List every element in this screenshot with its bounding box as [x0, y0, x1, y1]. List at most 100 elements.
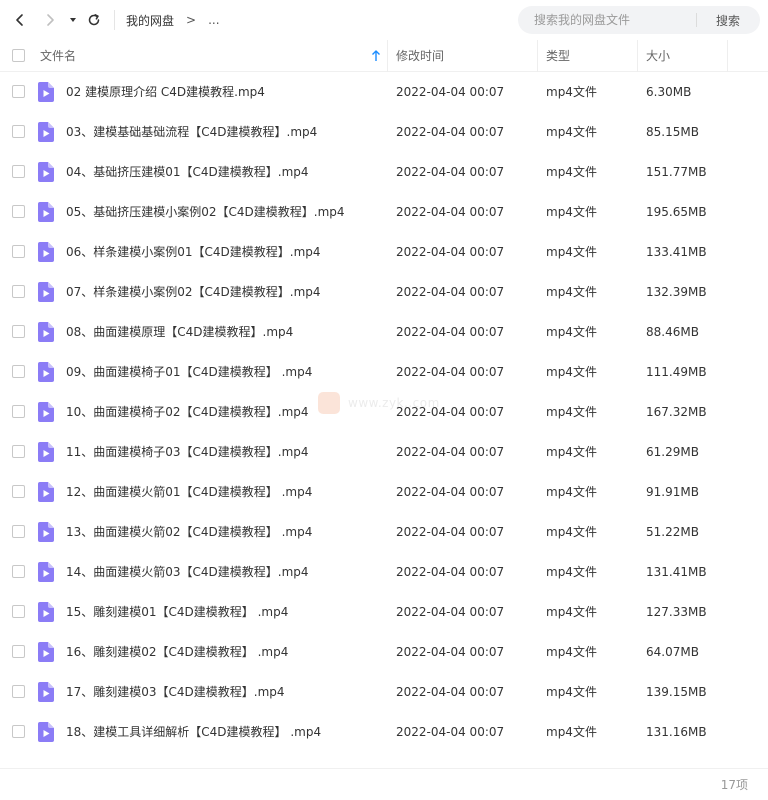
caret-down-icon	[70, 18, 76, 22]
row-checkbox[interactable]	[12, 645, 25, 658]
file-row[interactable]: 17、雕刻建模03【C4D建模教程】.mp4 2022-04-04 00:07 mp…	[0, 672, 768, 712]
file-row[interactable]: 15、雕刻建模01【C4D建模教程】 .mp4 2022-04-04 00:07 m…	[0, 592, 768, 632]
file-type: mp4文件	[546, 605, 597, 619]
file-row[interactable]: 08、曲面建模原理【C4D建模教程】.mp4 2022-04-04 00:07 mp…	[0, 312, 768, 352]
row-checkbox[interactable]	[12, 85, 25, 98]
file-type: mp4文件	[546, 525, 597, 539]
chevron-right-icon	[47, 14, 54, 26]
search-input[interactable]	[518, 6, 696, 34]
file-type: mp4文件	[546, 405, 597, 419]
video-file-icon	[38, 522, 54, 542]
column-separator[interactable]	[537, 40, 538, 72]
arrow-up-icon[interactable]	[371, 50, 381, 62]
file-type: mp4文件	[546, 205, 597, 219]
file-row[interactable]: 18、建模工具详细解析【C4D建模教程】 .mp4 2022-04-04 00:0…	[0, 712, 768, 752]
breadcrumb-more[interactable]: ...	[208, 13, 219, 27]
item-count: 17项	[720, 778, 748, 792]
file-name[interactable]: 14、曲面建模火箭03【C4D建模教程】.mp4	[66, 552, 309, 592]
search-button[interactable]: 搜索	[697, 12, 759, 29]
file-row[interactable]: 12、曲面建模火箭01【C4D建模教程】 .mp4 2022-04-04 00:0…	[0, 472, 768, 512]
breadcrumb-separator: >	[186, 13, 197, 27]
file-row[interactable]: 14、曲面建模火箭03【C4D建模教程】.mp4 2022-04-04 00:07…	[0, 552, 768, 592]
column-header-type[interactable]: 类型	[546, 40, 570, 72]
file-modified-time: 2022-04-04 00:07	[396, 725, 505, 739]
row-checkbox[interactable]	[12, 725, 25, 738]
row-checkbox[interactable]	[12, 685, 25, 698]
column-header-size[interactable]: 大小	[646, 40, 670, 72]
file-size: 133.41MB	[646, 245, 707, 259]
history-dropdown-button[interactable]	[64, 10, 82, 30]
file-name[interactable]: 02 建模原理介绍 C4D建模教程.mp4	[66, 72, 265, 112]
file-name[interactable]: 04、基础挤压建模01【C4D建模教程】.mp4	[66, 152, 309, 192]
file-name[interactable]: 11、曲面建模椅子03【C4D建模教程】.mp4	[66, 432, 309, 472]
column-header-row: 文件名 修改时间 类型 大小	[0, 40, 768, 72]
file-name[interactable]: 18、建模工具详细解析【C4D建模教程】 .mp4	[66, 712, 321, 752]
file-name[interactable]: 13、曲面建模火箭02【C4D建模教程】 .mp4	[66, 512, 312, 552]
video-file-icon	[38, 602, 54, 622]
video-file-icon	[38, 282, 54, 302]
row-checkbox[interactable]	[12, 285, 25, 298]
select-all-checkbox[interactable]	[12, 49, 25, 62]
breadcrumb-root[interactable]: 我的网盘	[126, 12, 174, 29]
row-checkbox[interactable]	[12, 445, 25, 458]
file-row[interactable]: 11、曲面建模椅子03【C4D建模教程】.mp4 2022-04-04 00:07…	[0, 432, 768, 472]
file-name[interactable]: 10、曲面建模椅子02【C4D建模教程】.mp4	[66, 392, 309, 432]
file-name[interactable]: 15、雕刻建模01【C4D建模教程】 .mp4	[66, 592, 288, 632]
file-type: mp4文件	[546, 85, 597, 99]
column-header-mtime[interactable]: 修改时间	[396, 40, 444, 72]
file-size: 91.91MB	[646, 485, 699, 499]
row-checkbox[interactable]	[12, 605, 25, 618]
column-separator[interactable]	[727, 40, 728, 72]
file-row[interactable]: 09、曲面建模椅子01【C4D建模教程】 .mp4 2022-04-04 00:0…	[0, 352, 768, 392]
file-row[interactable]: 06、样条建模小案例01【C4D建模教程】.mp4 2022-04-04 00:0…	[0, 232, 768, 272]
file-row[interactable]: 02 建模原理介绍 C4D建模教程.mp4 2022-04-04 00:07 mp4…	[0, 72, 768, 112]
row-checkbox[interactable]	[12, 405, 25, 418]
file-name[interactable]: 05、基础挤压建模小案例02【C4D建模教程】.mp4	[66, 192, 345, 232]
file-row[interactable]: 04、基础挤压建模01【C4D建模教程】.mp4 2022-04-04 00:07…	[0, 152, 768, 192]
refresh-button[interactable]	[84, 10, 104, 30]
row-checkbox[interactable]	[12, 245, 25, 258]
back-button[interactable]	[10, 10, 30, 30]
row-checkbox[interactable]	[12, 125, 25, 138]
file-name[interactable]: 03、建模基础基础流程【C4D建模教程】.mp4	[66, 112, 317, 152]
file-size: 132.39MB	[646, 285, 707, 299]
file-type: mp4文件	[546, 565, 597, 579]
file-row[interactable]: 05、基础挤压建模小案例02【C4D建模教程】.mp4 2022-04-04 00…	[0, 192, 768, 232]
file-name[interactable]: 16、雕刻建模02【C4D建模教程】 .mp4	[66, 632, 288, 672]
file-name[interactable]: 08、曲面建模原理【C4D建模教程】.mp4	[66, 312, 293, 352]
column-separator[interactable]	[637, 40, 638, 72]
forward-button[interactable]	[40, 10, 60, 30]
video-file-icon	[38, 682, 54, 702]
file-name[interactable]: 09、曲面建模椅子01【C4D建模教程】 .mp4	[66, 352, 312, 392]
file-name[interactable]: 06、样条建模小案例01【C4D建模教程】.mp4	[66, 232, 321, 272]
file-modified-time: 2022-04-04 00:07	[396, 205, 505, 219]
row-checkbox[interactable]	[12, 205, 25, 218]
file-name[interactable]: 12、曲面建模火箭01【C4D建模教程】 .mp4	[66, 472, 312, 512]
file-name[interactable]: 17、雕刻建模03【C4D建模教程】.mp4	[66, 672, 285, 712]
file-name[interactable]: 07、样条建模小案例02【C4D建模教程】.mp4	[66, 272, 321, 312]
row-checkbox[interactable]	[12, 365, 25, 378]
file-size: 64.07MB	[646, 645, 699, 659]
file-modified-time: 2022-04-04 00:07	[396, 85, 505, 99]
search-box: 搜索	[518, 6, 760, 34]
video-file-icon	[38, 722, 54, 742]
file-modified-time: 2022-04-04 00:07	[396, 525, 505, 539]
file-row[interactable]: 03、建模基础基础流程【C4D建模教程】.mp4 2022-04-04 00:07…	[0, 112, 768, 152]
column-separator[interactable]	[387, 40, 388, 72]
file-modified-time: 2022-04-04 00:07	[396, 485, 505, 499]
video-file-icon	[38, 642, 54, 662]
row-checkbox[interactable]	[12, 165, 25, 178]
watermark-logo-icon	[318, 392, 340, 414]
file-row[interactable]: 13、曲面建模火箭02【C4D建模教程】 .mp4 2022-04-04 00:0…	[0, 512, 768, 552]
row-checkbox[interactable]	[12, 525, 25, 538]
row-checkbox[interactable]	[12, 325, 25, 338]
file-row[interactable]: 16、雕刻建模02【C4D建模教程】 .mp4 2022-04-04 00:07 m…	[0, 632, 768, 672]
toolbar-divider	[114, 10, 115, 30]
chevron-left-icon	[16, 14, 23, 26]
file-type: mp4文件	[546, 445, 597, 459]
file-row[interactable]: 07、样条建模小案例02【C4D建模教程】.mp4 2022-04-04 00:0…	[0, 272, 768, 312]
row-checkbox[interactable]	[12, 485, 25, 498]
row-checkbox[interactable]	[12, 565, 25, 578]
column-header-name[interactable]: 文件名	[40, 40, 76, 72]
watermark: www.zyk..com	[318, 392, 440, 414]
